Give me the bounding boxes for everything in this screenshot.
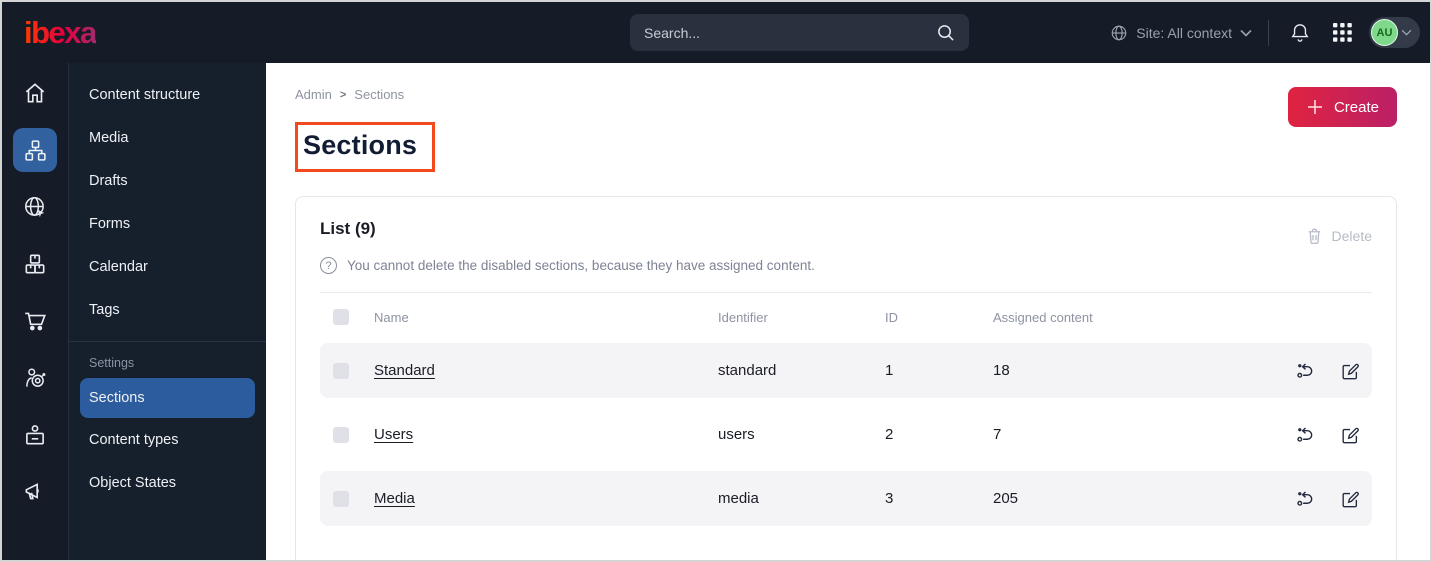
notifications-bell-icon[interactable] xyxy=(1285,18,1315,48)
table-row-users: Users users 2 7 xyxy=(320,407,1372,462)
cart-icon[interactable] xyxy=(13,299,57,343)
sections-table: Name Identifier ID Assigned content Stan… xyxy=(320,292,1372,526)
corporate-account-icon[interactable] xyxy=(13,413,57,457)
delete-button[interactable]: Delete xyxy=(1306,227,1372,245)
sidebar-item-forms[interactable]: Forms xyxy=(69,202,266,245)
sidebar-item-media[interactable]: Media xyxy=(69,116,266,159)
assign-content-icon[interactable] xyxy=(1295,425,1316,445)
assign-content-icon[interactable] xyxy=(1295,361,1316,381)
breadcrumb-sections: Sections xyxy=(354,87,405,102)
search-icon[interactable] xyxy=(936,23,955,42)
search-input[interactable] xyxy=(644,24,936,41)
user-menu[interactable]: AU xyxy=(1369,17,1420,48)
plus-icon xyxy=(1307,100,1322,114)
site-management-icon[interactable] xyxy=(13,185,57,229)
section-link-users[interactable]: Users xyxy=(374,426,413,443)
breadcrumb-admin[interactable]: Admin xyxy=(295,87,332,102)
global-search[interactable] xyxy=(630,14,969,51)
table-row-media: Media media 3 205 xyxy=(320,471,1372,526)
column-header-name: Name xyxy=(374,309,409,325)
sidebar-item-sections[interactable]: Sections xyxy=(80,378,255,418)
ibexa-logo[interactable]: ibexa xyxy=(24,15,97,51)
breadcrumb: Admin > Sections xyxy=(295,87,1397,102)
sidebar-item-calendar[interactable]: Calendar xyxy=(69,245,266,288)
home-icon[interactable] xyxy=(13,71,57,115)
icon-rail xyxy=(2,63,69,560)
sidebar-item-content-types[interactable]: Content types xyxy=(69,418,266,461)
row-checkbox[interactable] xyxy=(333,362,349,379)
sidebar-menu: Content structure Media Drafts Forms Cal… xyxy=(69,63,266,560)
row-checkbox[interactable] xyxy=(333,426,349,443)
app-window: ibexa Site: All context xyxy=(0,0,1432,562)
sections-list-card: List (9) Delete ? You cannot delete the … xyxy=(295,196,1397,560)
customers-icon[interactable] xyxy=(13,356,57,400)
chevron-down-icon xyxy=(1240,29,1252,37)
column-header-identifier: Identifier xyxy=(718,309,768,325)
app-grid-icon[interactable] xyxy=(1327,18,1357,48)
help-icon: ? xyxy=(320,257,337,274)
sidebar-item-object-states[interactable]: Object States xyxy=(69,461,266,504)
row-checkbox[interactable] xyxy=(333,490,349,507)
marketing-icon[interactable] xyxy=(13,470,57,514)
site-context-selector[interactable]: Site: All context xyxy=(1110,24,1252,42)
annotation-highlight-box: Sections xyxy=(295,122,436,172)
products-icon[interactable] xyxy=(13,242,57,286)
top-bar: ibexa Site: All context xyxy=(2,2,1430,63)
column-header-assigned-content: Assigned content xyxy=(993,309,1093,325)
list-heading: List (9) xyxy=(320,219,376,238)
section-link-standard[interactable]: Standard xyxy=(374,362,435,379)
table-header-row: Name Identifier ID Assigned content xyxy=(320,293,1372,341)
create-button[interactable]: Create xyxy=(1287,87,1397,127)
trash-icon xyxy=(1308,228,1320,244)
sidebar-item-drafts[interactable]: Drafts xyxy=(69,159,266,202)
table-row-standard: Standard standard 1 18 xyxy=(320,343,1372,398)
topbar-right-cluster: Site: All context AU xyxy=(1110,2,1420,63)
sidebar-divider xyxy=(69,341,266,342)
column-header-id: ID xyxy=(885,309,898,325)
edit-icon[interactable] xyxy=(1340,361,1360,381)
sidebar-item-content-structure[interactable]: Content structure xyxy=(69,73,266,116)
main-content: Admin > Sections Create Sections List (9… xyxy=(266,63,1430,560)
section-link-media[interactable]: Media xyxy=(374,490,415,507)
sidebar-item-tags[interactable]: Tags xyxy=(69,288,266,331)
assign-content-icon[interactable] xyxy=(1295,489,1316,509)
list-note: ? You cannot delete the disabled section… xyxy=(320,257,1372,274)
globe-icon xyxy=(1110,24,1128,42)
select-all-checkbox[interactable] xyxy=(333,309,349,325)
sidebar-settings-label: Settings xyxy=(89,356,135,370)
edit-icon[interactable] xyxy=(1340,425,1360,445)
site-context-label: Site: All context xyxy=(1136,24,1232,41)
topbar-divider xyxy=(1268,19,1269,46)
page-title: Sections xyxy=(303,130,418,160)
breadcrumb-separator: > xyxy=(339,88,347,101)
edit-icon[interactable] xyxy=(1340,489,1360,509)
chevron-down-icon xyxy=(1401,29,1412,36)
avatar: AU xyxy=(1371,19,1398,46)
content-structure-icon[interactable] xyxy=(13,128,57,172)
